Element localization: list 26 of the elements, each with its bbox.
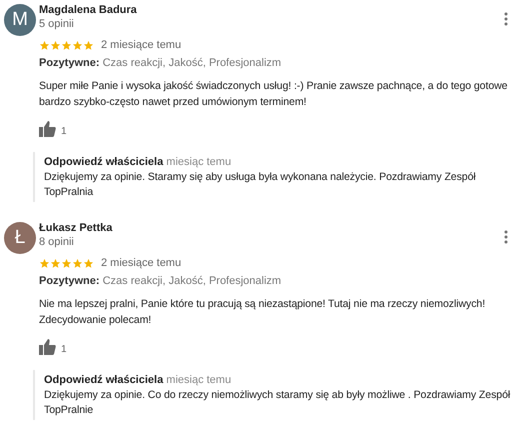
reviewer-name[interactable]: Łukasz Pettka <box>39 222 504 234</box>
reviewer-name[interactable]: Magdalena Badura <box>39 4 504 16</box>
reply-time: miesiąc temu <box>166 374 232 386</box>
like-count: 1 <box>61 344 67 355</box>
tags-list: Czas reakcji, Jakość, Profesjonalizm <box>102 57 282 69</box>
review-time: 2 miesiące temu <box>101 39 182 51</box>
tags-label: Pozytywne: <box>39 57 100 69</box>
avatar: M <box>4 4 36 36</box>
like-count: 1 <box>61 126 67 137</box>
tags-list: Czas reakcji, Jakość, Profesjonalizm <box>102 275 282 287</box>
avatar: Ł <box>4 222 36 254</box>
reply-time: miesiąc temu <box>166 156 232 168</box>
review-text: Nie ma lepszej pralni, Panie które tu pracują są niezastąpione! Tutaj nie ma rzeczy niemozliwych! Zdecydowanie polecam! <box>39 297 486 328</box>
more-options-icon[interactable] <box>504 12 508 26</box>
more-options-icon[interactable] <box>504 230 508 244</box>
reply-text: Dziękujemy za opinie. Co do rzeczy niemożliwych staramy się ab były możliwe . Pozdrawiamy Zespół TopPralnie <box>44 388 512 418</box>
review-count: 5 opinii <box>39 18 75 30</box>
thumbs-up-icon[interactable] <box>39 339 56 355</box>
reply-text: Dziękujemy za opinie. Staramy się aby usługa była wykonana należycie. Pozdrawiamy Zespół TopPralnia <box>44 170 477 200</box>
reply-label: Odpowiedź właściciela <box>44 156 164 168</box>
review-time: 2 miesiące temu <box>101 257 182 269</box>
review-count: 8 opinii <box>39 236 75 248</box>
tags-label: Pozytywne: <box>39 275 100 287</box>
thumbs-up-icon[interactable] <box>39 121 56 137</box>
review-text: Super miłe Panie i wysoka jakość świadczonych usług! :-) Pranie zawsze pachnące, a do tego gotowe bardzo szybko-często nawet przed umówionym terminem! <box>39 79 508 110</box>
reply-label: Odpowiedź właściciela <box>44 374 164 386</box>
